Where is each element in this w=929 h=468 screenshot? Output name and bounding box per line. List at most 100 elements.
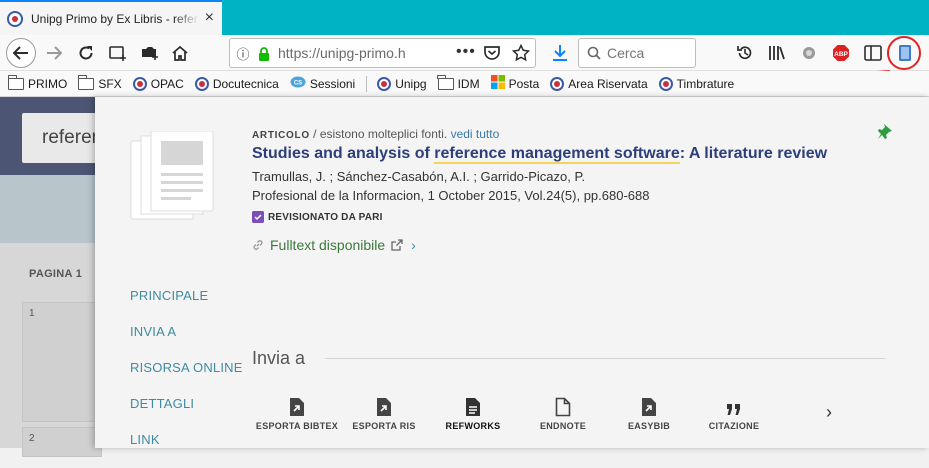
record-title[interactable]: Studies and analysis of reference manage… <box>252 143 892 165</box>
bookmark-opac[interactable]: OPAC <box>132 76 184 91</box>
send-to-actions: ESPORTA BIBTEX ESPORTA RIS REFWORKS ENDN… <box>252 393 872 443</box>
sidenav-item-principale[interactable]: PRINCIPALE <box>130 288 243 324</box>
record-type: ARTICOLO <box>252 130 310 141</box>
bookmark-posta[interactable]: Posta <box>490 75 539 92</box>
bookmark-sfx[interactable]: SFX <box>77 74 122 91</box>
new-container-tab-button[interactable] <box>104 39 132 67</box>
bookmark-timbrature[interactable]: Timbrature <box>658 76 734 91</box>
page-label: PAGINA 1 <box>29 268 83 280</box>
unipg-logo-icon <box>658 76 673 91</box>
peer-reviewed-icon <box>252 211 264 223</box>
title-part: Studies and analysis of <box>252 145 435 162</box>
nav-toolbar: ⓘ https://unipg-primo.h ••• ABP <box>0 35 929 71</box>
bookmark-separator <box>366 75 368 92</box>
citation-button[interactable]: CITAZIONE <box>689 393 779 431</box>
section-divider <box>325 358 885 359</box>
link-icon <box>252 239 264 251</box>
back-button[interactable] <box>6 38 36 68</box>
export-ris-button[interactable]: ESPORTA RIS <box>339 393 429 431</box>
adblock-icon: ABP <box>833 45 849 61</box>
new-tab-icon <box>109 46 126 61</box>
back-arrow-icon <box>13 46 28 60</box>
sidenav-item-invia-a[interactable]: INVIA A <box>130 324 243 360</box>
screenshot-button[interactable] <box>136 39 164 67</box>
windows-icon <box>490 75 505 92</box>
tab-title: Unipg Primo by Ex Libris - refer <box>31 11 198 26</box>
search-bar[interactable] <box>578 38 696 68</box>
unipg-logo-icon <box>194 76 209 91</box>
svg-text:ABP: ABP <box>834 51 848 58</box>
endnote-button[interactable]: ENDNOTE <box>518 393 608 431</box>
export-bibtex-button[interactable]: ESPORTA BIBTEX <box>252 393 342 431</box>
record-metadata: ARTICOLO / esistono molteplici fonti. ve… <box>252 127 892 253</box>
site-info-icon[interactable]: ⓘ <box>230 44 256 63</box>
lock-icon <box>258 47 272 61</box>
library-button[interactable] <box>763 39 791 67</box>
circle-icon <box>803 47 815 59</box>
bookmark-sessioni[interactable]: CS Sessioni <box>290 76 355 91</box>
sidenav-item-dettagli[interactable]: DETTAGLI <box>130 396 243 432</box>
result-item[interactable]: 1 <box>22 302 102 422</box>
refworks-button[interactable]: REFWORKS <box>428 393 518 431</box>
fulltext-link[interactable]: Fulltext disponibile › <box>252 237 892 253</box>
library-icon <box>769 46 785 60</box>
fulltext-label: Fulltext disponibile <box>270 237 386 253</box>
svg-text:CS: CS <box>294 81 302 87</box>
result-item[interactable]: 2 <box>22 427 102 457</box>
article-thumbnail-icon <box>130 131 214 220</box>
bookmark-unipg[interactable]: Unipg <box>377 76 427 91</box>
reload-icon <box>79 46 93 60</box>
unipg-logo-icon <box>7 10 23 27</box>
see-all-link[interactable]: vedi tutto <box>451 127 500 141</box>
forward-button[interactable] <box>40 39 68 67</box>
adblock-button[interactable]: ABP <box>827 39 855 67</box>
bookmark-primo[interactable]: PRIMO <box>7 74 67 91</box>
record-authors: Tramullas, J. ; Sánchez-Casabón, A.I. ; … <box>252 169 586 184</box>
peer-reviewed-label: REVISIONATO DA PARI <box>268 211 383 223</box>
export-file-icon <box>252 393 342 417</box>
file-icon <box>518 393 608 417</box>
unipg-logo-icon <box>132 76 147 91</box>
sidenav-item-link[interactable]: LINK <box>130 432 243 468</box>
sync-button[interactable] <box>795 39 823 67</box>
next-actions-button[interactable]: › <box>826 402 832 423</box>
browser-tab[interactable]: Unipg Primo by Ex Libris - refer × <box>0 0 222 35</box>
easybib-button[interactable]: EASYBIB <box>604 393 694 431</box>
folder-icon <box>77 74 95 90</box>
search-icon <box>587 46 601 60</box>
search-input[interactable] <box>607 45 687 61</box>
page-actions-button[interactable]: ••• <box>456 43 476 61</box>
send-to-heading: Invia a <box>252 348 306 368</box>
history-button[interactable] <box>731 39 759 67</box>
history-icon <box>737 46 752 60</box>
action-label: EASYBIB <box>627 421 671 431</box>
action-label: CITAZIONE <box>708 421 760 431</box>
document-icon <box>428 393 518 417</box>
forward-arrow-icon <box>47 46 62 60</box>
unipg-logo-icon <box>550 76 565 91</box>
sidebar-icon <box>864 45 882 61</box>
folder-icon <box>437 74 454 90</box>
bookmark-docutecnica[interactable]: Docutecnica <box>194 76 279 91</box>
bookmark-star-icon[interactable] <box>511 43 531 67</box>
downloads-button[interactable] <box>546 39 574 67</box>
title-highlight: reference management software <box>434 145 680 164</box>
pin-icon[interactable] <box>877 123 893 141</box>
action-label: ESPORTA RIS <box>352 421 416 431</box>
unipg-logo-icon <box>377 76 392 91</box>
bookmark-idm[interactable]: IDM <box>437 74 480 91</box>
home-button[interactable] <box>166 39 194 67</box>
title-part: : A literature review <box>679 145 828 162</box>
reload-button[interactable] <box>72 39 100 67</box>
tab-close-button[interactable]: × <box>205 10 214 26</box>
sidenav-item-risorsa-online[interactable]: RISORSA ONLINE <box>130 360 243 396</box>
action-label: REFWORKS <box>445 421 501 431</box>
full-record-panel: ARTICOLO / esistono molteplici fonti. ve… <box>95 97 929 448</box>
bookmark-area-riservata[interactable]: Area Riservata <box>550 76 648 91</box>
external-link-icon <box>391 239 403 251</box>
record-sidenav: PRINCIPALE INVIA A RISORSA ONLINE DETTAG… <box>130 288 243 468</box>
pocket-icon[interactable] <box>483 45 501 66</box>
tab-strip: Unipg Primo by Ex Libris - refer × <box>0 0 929 35</box>
url-bar[interactable]: ⓘ https://unipg-primo.h ••• <box>229 38 536 68</box>
sidebar-button[interactable] <box>859 39 887 67</box>
